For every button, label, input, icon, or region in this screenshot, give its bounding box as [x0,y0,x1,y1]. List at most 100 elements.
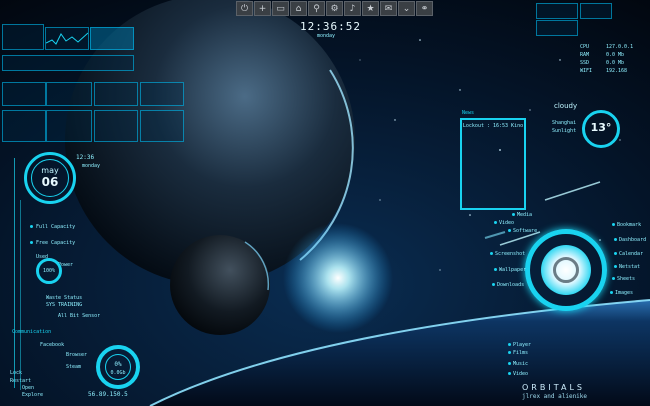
right-top-dot [494,221,497,224]
weather-sub: Sunlight [552,128,577,134]
sys-value-ssd: 0.0 Mb [606,60,625,66]
gear-icon[interactable]: ⚙ [326,1,343,16]
net-panel-1 [2,110,46,142]
mail-icon[interactable]: ✉ [380,1,397,16]
chevron-icon[interactable]: ⌄ [398,1,415,16]
bottom-gauge-sub: 0.0Gb [110,370,126,376]
reactor-center [553,257,579,283]
network-icon[interactable]: ⚭ [416,1,433,16]
news-text: Lockout : 16:53 Kino [462,123,524,129]
right-side-dot [612,277,615,280]
sys-training: SYS TRAINING [46,302,83,308]
right-bottom-dot [508,372,511,375]
right-side-dot [614,252,617,255]
graph-panel [45,27,89,50]
clock-widget: 12:36:52 monday [300,20,361,39]
calendar-time: 12:36 [76,154,95,161]
bar-panel [2,55,134,71]
right-top-media[interactable]: Media [517,212,532,218]
sys-label-cpu: CPU [580,44,590,50]
extra-open[interactable]: Open [22,385,34,391]
news-panel[interactable]: Lockout : 16:53 Kino [460,118,526,210]
comm-steam[interactable]: Steam [66,364,81,370]
weather-temp: 13° [590,121,612,134]
right-top-dot [512,213,515,216]
all-bit-sensor: All Bit Sensor [58,313,101,319]
right-side-sheets[interactable]: Sheets [617,276,635,282]
right-side-bookmark[interactable]: Bookmark [617,222,641,228]
right-side-netstat[interactable]: Netstat [619,264,640,270]
news-title: News [462,110,475,116]
right-top-screenshot[interactable]: Screenshot [495,251,525,257]
right-side-images[interactable]: Images [615,290,633,296]
right-side-dot [610,291,613,294]
status-panel [90,27,134,50]
right-top-dot [494,268,497,271]
right-bottom-music[interactable]: Music [513,361,528,367]
search-icon[interactable]: ⚲ [308,1,325,16]
right-top-dot [492,283,495,286]
right-bottom-films[interactable]: Films [513,350,528,356]
star-icon[interactable]: ★ [362,1,379,16]
right-top-software[interactable]: Software [513,228,537,234]
net-panel-4 [140,110,184,142]
right-bottom-video[interactable]: Video [513,371,528,377]
right-bottom-dot [508,351,511,354]
sys-value-ram: 0.0 Mb [606,52,625,58]
ip-address: 56.89.150.5 [88,391,128,398]
power-icon[interactable]: ⏻ [236,1,253,16]
calendar-day: 06 [41,175,59,189]
top-right-panel-3 [536,20,578,36]
net-panel-3 [94,110,138,142]
right-top-dot [508,229,511,232]
right-top-downloads[interactable]: Downloads [497,282,524,288]
top-right-panel-2 [580,3,612,19]
comm-facebook[interactable]: Facebook [40,342,64,348]
waste-status: Waste Status [46,295,83,301]
right-side-dot [614,265,617,268]
right-top-dot [490,252,493,255]
cpu-graph [45,32,89,45]
sys-value-wifi: 192.168 [606,68,628,74]
right-side-calendar[interactable]: Calendar [619,251,643,257]
right-side-dot [612,223,615,226]
disk-panel-2 [46,82,92,106]
right-bottom-dot [508,343,511,346]
clock-time: 12:36:52 [300,20,361,33]
right-bottom-player[interactable]: Player [513,342,531,348]
sys-value-cpu: 127.0.0.1 [606,44,634,50]
disk-panel-1 [2,82,46,106]
comm-browser[interactable]: Browser [66,352,87,358]
net-panel-2 [46,110,92,142]
communication-label: Communication [12,329,52,335]
top-toolbar: ⏻ + ▭ ⌂ ⚲ ⚙ ♪ ★ ✉ ⌄ ⚭ [236,1,433,16]
disk-panel-4 [140,82,184,106]
top-right-panel-1 [536,3,578,19]
calendar-month: may [41,166,59,175]
clock-subtitle: monday [316,33,336,39]
bottom-gauge-percent: 0% [114,361,122,368]
menu-free-capacity[interactable]: Free Capacity [36,240,75,246]
home-icon[interactable]: ⌂ [290,1,307,16]
branding-title: ORBITALS [522,383,585,392]
right-bottom-dot [508,362,511,365]
right-top-video[interactable]: Video [499,220,514,226]
cpu-panel [2,24,44,50]
right-top-wallpaper[interactable]: Wallpaper [499,267,526,273]
sys-label-ram: RAM [580,52,590,58]
power-percent: 100% [42,268,56,274]
sys-label-ssd: SSD [580,60,590,66]
music-icon[interactable]: ♪ [344,1,361,16]
right-side-dashboard[interactable]: Dashboard [619,237,646,243]
extra-explore[interactable]: Explore [22,392,43,398]
sys-label-wifi: WIFI [580,68,593,74]
folder-icon[interactable]: ▭ [272,1,289,16]
branding-subtitle: jlrex and alienike [522,393,588,400]
right-side-dot [614,238,617,241]
weather-condition: cloudy [554,102,578,110]
plus-icon[interactable]: + [254,1,271,16]
disk-panel-3 [94,82,138,106]
calendar-dayname: monday [82,163,101,169]
weather-location: Shanghai [552,120,577,126]
menu-full-capacity[interactable]: Full Capacity [36,224,75,230]
